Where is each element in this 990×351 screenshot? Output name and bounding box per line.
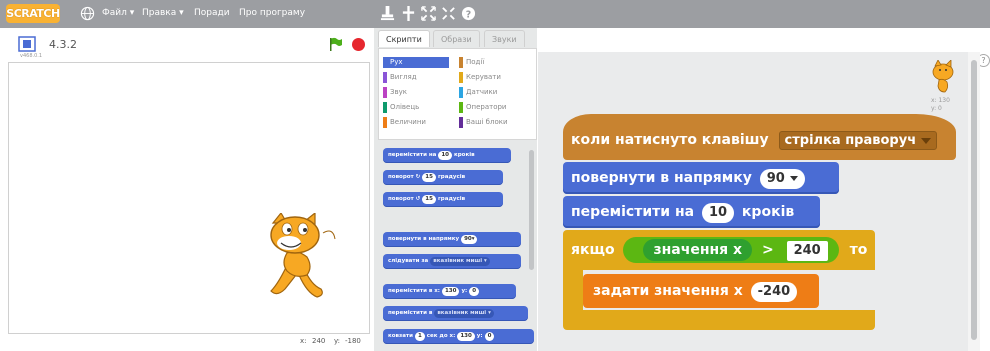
help-question-icon[interactable]: ? bbox=[461, 5, 476, 22]
sprite-x: x: 130 bbox=[931, 97, 950, 104]
if-block-side bbox=[563, 270, 583, 310]
greater-than-reporter[interactable]: значення x > 240 bbox=[623, 237, 839, 263]
menu-tips[interactable]: Поради bbox=[194, 8, 230, 18]
steps-input[interactable]: 10 bbox=[701, 203, 735, 223]
dropdown-arrow-icon bbox=[921, 137, 932, 144]
menu-about[interactable]: Про програму bbox=[239, 8, 305, 18]
grow-icon[interactable] bbox=[421, 5, 436, 22]
mouse-y-value: -180 bbox=[345, 337, 361, 345]
palette-goto-block[interactable]: перемістити в вказівник миші ▾ bbox=[383, 306, 528, 321]
palette-point-direction-block[interactable]: повернути в напрямку 90▾ bbox=[383, 232, 521, 247]
scratch-logo[interactable]: SCRATCH bbox=[6, 4, 60, 23]
dropdown-arrow-icon bbox=[789, 176, 798, 181]
tab-scripts[interactable]: Скрипти bbox=[378, 30, 430, 47]
category-control[interactable]: Керувати bbox=[459, 72, 525, 83]
point-label: повернути в напрямку bbox=[571, 170, 752, 186]
set-variable-block[interactable]: задати значення x -240 bbox=[583, 274, 819, 308]
category-events[interactable]: Події bbox=[459, 57, 525, 68]
duplicate-stamp-icon[interactable] bbox=[380, 5, 395, 22]
then-label: то bbox=[849, 242, 868, 258]
script-area-header bbox=[538, 28, 990, 52]
when-key-pressed-block[interactable]: коли натиснуто клавішу стрілка праворуч bbox=[563, 114, 956, 160]
category-pen[interactable]: Олівець bbox=[383, 102, 449, 113]
current-sprite-thumbnail bbox=[932, 60, 954, 93]
greater-than-op: > bbox=[761, 242, 774, 258]
tab-costumes[interactable]: Образи bbox=[433, 30, 480, 47]
palette-point-towards-block[interactable]: слідувати за вказівник миші ▾ bbox=[383, 254, 521, 269]
menu-file[interactable]: Файл ▾ bbox=[102, 8, 134, 18]
category-sensing[interactable]: Датчики bbox=[459, 87, 525, 98]
category-data[interactable]: Величини bbox=[383, 117, 449, 128]
menu-bar: SCRATCH Файл ▾ Правка ▾ Поради Про прогр… bbox=[0, 0, 990, 28]
point-direction-block[interactable]: повернути в напрямку 90 bbox=[563, 162, 839, 194]
svg-text:?: ? bbox=[466, 9, 471, 20]
mouse-x-label: x: bbox=[300, 337, 307, 345]
stop-icon[interactable] bbox=[352, 38, 365, 51]
menu-edit[interactable]: Правка ▾ bbox=[142, 8, 184, 18]
key-dropdown[interactable]: стрілка праворуч bbox=[778, 131, 938, 150]
set-label: задати значення bbox=[593, 283, 729, 299]
category-looks[interactable]: Вигляд bbox=[383, 72, 449, 83]
if-block[interactable]: якщо значення x > 240 то bbox=[563, 230, 875, 270]
script-scrollbar[interactable] bbox=[971, 60, 977, 340]
compare-value-input[interactable]: 240 bbox=[786, 241, 828, 261]
direction-input[interactable]: 90 bbox=[759, 169, 805, 189]
variable-reporter[interactable]: значення x bbox=[643, 239, 753, 261]
category-operators[interactable]: Оператори bbox=[459, 102, 525, 113]
set-var-name[interactable]: x bbox=[734, 283, 743, 299]
hat-label: коли натиснуто клавішу bbox=[571, 132, 769, 148]
green-flag-icon[interactable] bbox=[329, 37, 343, 51]
stage-canvas[interactable] bbox=[8, 62, 370, 334]
category-motion[interactable]: Рух bbox=[383, 57, 449, 68]
category-more-blocks[interactable]: Ваші блоки bbox=[459, 117, 525, 128]
move-steps-block[interactable]: перемістити на 10 кроків bbox=[563, 196, 820, 228]
category-sound[interactable]: Звук bbox=[383, 87, 449, 98]
palette-glide-block[interactable]: ковзати 1 сек до x: 130 y: 0 bbox=[383, 329, 534, 344]
palette-turn-left-block[interactable]: поворот ↺ 15 градусів bbox=[383, 192, 503, 207]
language-globe-icon[interactable] bbox=[80, 6, 95, 21]
tab-sounds[interactable]: Звуки bbox=[484, 30, 525, 47]
cat-sprite[interactable] bbox=[259, 213, 339, 301]
move-label: перемістити на bbox=[571, 204, 695, 220]
category-list: Рух Події Вигляд Керувати Звук Датчики О… bbox=[378, 48, 537, 140]
palette-move-block[interactable]: перемістити на 10 кроків bbox=[383, 148, 511, 163]
if-label: якщо bbox=[571, 242, 615, 258]
palette-scrollbar[interactable] bbox=[529, 150, 534, 270]
if-block-bottom bbox=[563, 310, 875, 330]
cut-scissors-icon[interactable] bbox=[401, 5, 416, 22]
sprite-y: y: 0 bbox=[931, 105, 942, 112]
shrink-icon[interactable] bbox=[441, 5, 456, 22]
build-version: v468.0.1 bbox=[20, 53, 43, 59]
palette-turn-right-block[interactable]: поворот ↻ 15 градусів bbox=[383, 170, 503, 185]
move-unit: кроків bbox=[741, 204, 795, 220]
palette-goto-xy-block[interactable]: перемістити в x: 130 y: 0 bbox=[383, 284, 516, 299]
mouse-y-label: y: bbox=[334, 337, 340, 345]
project-version: 4.3.2 bbox=[49, 38, 77, 51]
fullscreen-icon[interactable] bbox=[18, 36, 36, 52]
mouse-x-value: 240 bbox=[312, 337, 326, 345]
set-value-input[interactable]: -240 bbox=[750, 282, 798, 302]
